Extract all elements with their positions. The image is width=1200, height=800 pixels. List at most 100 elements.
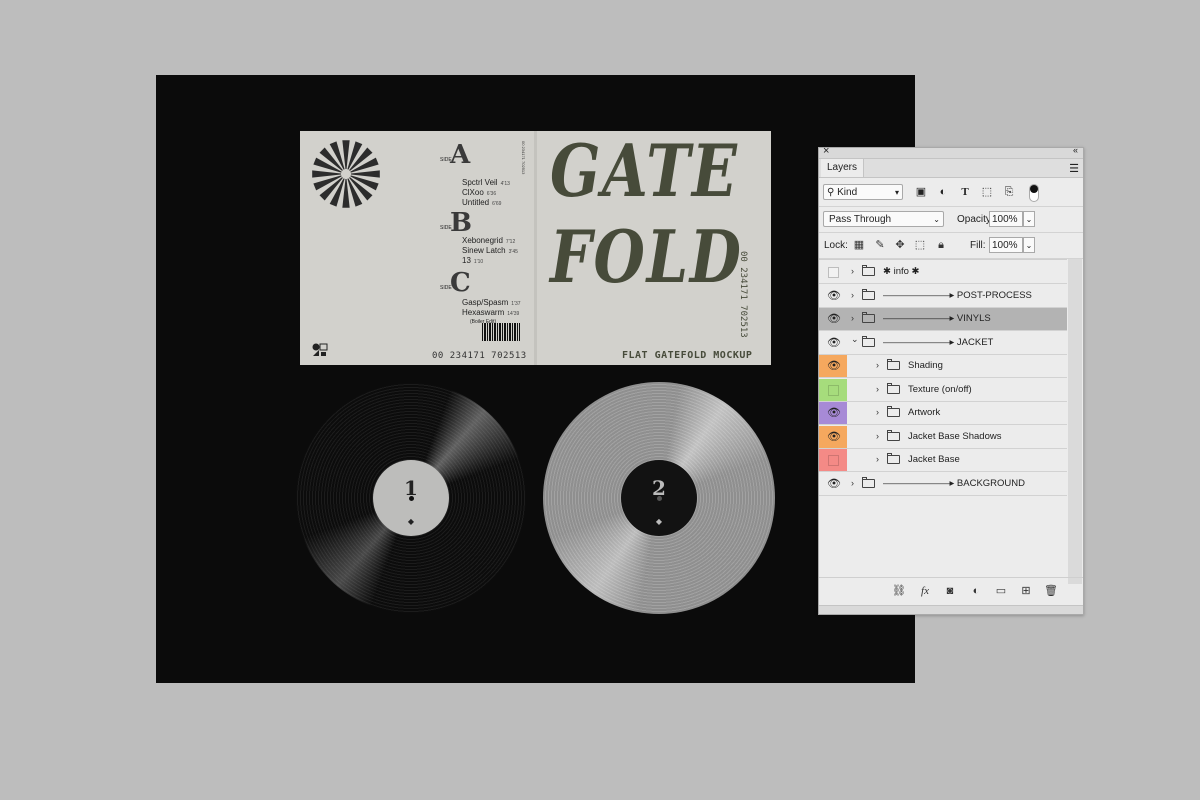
folder-icon	[887, 359, 900, 370]
panel-titlebar: × «	[819, 145, 1083, 159]
filter-toggle[interactable]	[1029, 184, 1039, 202]
mockup-subtitle: FLAT GATEFOLD MOCKUP	[622, 350, 753, 361]
layer-row[interactable]: 👁︎ › ———————▸ POST-PROCESS	[819, 285, 1067, 308]
panel-menu-icon[interactable]: ☰	[1069, 162, 1079, 175]
fill-input[interactable]: 100%	[989, 237, 1023, 253]
chevron-right-icon[interactable]: ›	[851, 313, 854, 323]
visibility-box	[828, 384, 839, 396]
layer-row[interactable]: 👁︎ › Artwork	[819, 402, 1067, 425]
layer-row[interactable]: 👁︎ › Jacket Base Shadows	[819, 425, 1067, 449]
eye-icon: 👁︎	[827, 477, 841, 490]
side-tag: SIDE	[440, 225, 452, 231]
layer-name: ———————▸ POST-PROCESS	[883, 289, 1032, 301]
layer-row[interactable]: › Jacket Base	[819, 449, 1067, 472]
vinyl-label-2: 2 ◆	[621, 460, 697, 536]
barcode-number: 00 234171 702513	[432, 351, 527, 361]
layer-row[interactable]: › Texture (on/off)	[819, 378, 1067, 402]
trash-icon[interactable]: 🗑︎	[1044, 584, 1058, 598]
layer-list: › ✱ info ✱ 👁︎ › ———————▸ POST-PROCESS 👁︎ › ————…	[819, 259, 1067, 585]
opacity-dropdown[interactable]: ⌄	[1023, 211, 1035, 227]
layer-list-scrollbar[interactable]	[1068, 259, 1082, 584]
label-logo-icon	[312, 343, 328, 356]
side-c-mark: C	[450, 268, 471, 298]
chevron-right-icon[interactable]: ›	[851, 478, 854, 488]
layer-visibility[interactable]: 👁︎	[819, 285, 847, 307]
layer-row[interactable]: 👁︎ › ———————▸ VINYLS	[819, 308, 1067, 331]
layer-name: ———————▸ BACKGROUND	[883, 477, 1025, 489]
chevron-right-icon[interactable]: ›	[851, 290, 854, 300]
new-group-icon[interactable]: ▭	[994, 584, 1008, 598]
side-c-block: C SIDE Gasp/Spasm 1'37 Hexaswarm 14'39 (Bo…	[440, 268, 521, 329]
pixel-filter-icon[interactable]: ▣	[914, 185, 928, 199]
eye-icon: 👁︎	[827, 360, 841, 372]
link-layers-icon[interactable]: ⛓	[892, 584, 906, 598]
sunburst-ray	[350, 170, 380, 178]
layer-row[interactable]: › ✱ info ✱	[819, 261, 1067, 284]
chevron-right-icon[interactable]: ›	[876, 360, 879, 370]
tab-layers[interactable]: Layers	[821, 159, 865, 177]
close-icon[interactable]: ×	[823, 145, 829, 157]
chevron-right-icon[interactable]: ›	[876, 384, 879, 394]
eye-icon: 👁︎	[827, 336, 841, 349]
collapse-icon[interactable]: «	[1073, 145, 1078, 155]
gatefold-title: GATE FOLD	[550, 135, 758, 345]
fill-dropdown[interactable]: ⌄	[1023, 237, 1035, 253]
layer-row[interactable]: 👁︎ › Shading	[819, 355, 1067, 378]
lock-position-icon[interactable]: ✥	[894, 239, 906, 251]
layer-row[interactable]: 👁︎ ⌄ ———————▸ JACKET	[819, 332, 1067, 355]
smart-object-filter-icon[interactable]: ⎘	[1002, 185, 1016, 199]
lock-transparency-icon[interactable]: ▦	[853, 239, 865, 251]
layer-visibility[interactable]	[819, 449, 847, 471]
shape-filter-icon[interactable]: ⬚	[980, 185, 994, 199]
add-mask-icon[interactable]: ◙	[943, 584, 957, 598]
chevron-right-icon[interactable]: ›	[876, 407, 879, 417]
chevron-down-icon: ⌄	[933, 215, 940, 224]
layer-row[interactable]: 👁︎ › ———————▸ BACKGROUND	[819, 473, 1067, 496]
layer-visibility[interactable]: 👁︎	[819, 425, 847, 448]
visibility-box	[828, 455, 839, 466]
layer-name: Texture (on/off)	[908, 383, 972, 395]
layer-visibility[interactable]: 👁︎	[819, 355, 847, 377]
layer-name: Shading	[908, 360, 943, 371]
blend-mode-select[interactable]: Pass Through ⌄	[823, 211, 944, 227]
adjustment-layer-icon[interactable]: ◐	[969, 584, 983, 598]
folder-icon	[862, 476, 875, 488]
label-logo-icon: ◆	[407, 517, 415, 526]
eye-icon: 👁︎	[827, 313, 841, 325]
panel-footer: ⛓ fx ◙ ◐ ▭ ⊞ 🗑︎	[819, 577, 1083, 604]
layer-visibility[interactable]: 👁︎	[819, 402, 847, 424]
lock-label: Lock:	[824, 240, 848, 251]
layer-name: Jacket Base Shadows	[908, 430, 1002, 442]
eye-icon: 👁︎	[827, 289, 841, 302]
layer-visibility[interactable]: 👁︎	[819, 473, 847, 495]
folder-icon	[887, 406, 900, 417]
chevron-right-icon[interactable]: ›	[876, 454, 879, 464]
layer-name: ✱ info ✱	[883, 266, 920, 277]
eye-icon: 👁︎	[827, 430, 841, 443]
type-filter-icon[interactable]: T	[958, 185, 972, 199]
lock-all-icon[interactable]: 🔒︎	[935, 239, 947, 251]
layer-visibility[interactable]	[819, 378, 847, 401]
lock-pixels-icon[interactable]: ✎	[874, 239, 886, 251]
layer-visibility[interactable]: 👁︎	[819, 332, 847, 354]
chevron-down-icon[interactable]: ⌄	[851, 334, 859, 345]
layer-visibility[interactable]: 👁︎	[819, 308, 847, 330]
eye-icon: 👁︎	[827, 407, 841, 419]
adjustment-filter-icon[interactable]: ◐	[936, 185, 950, 199]
lock-artboard-icon[interactable]: ⬚	[914, 239, 926, 251]
layer-visibility[interactable]	[819, 261, 847, 283]
folder-icon	[862, 288, 875, 300]
side-c-badge: C SIDE	[440, 268, 471, 299]
panel-resize-grip[interactable]	[819, 605, 1083, 614]
side-a-mark: A	[450, 140, 471, 170]
label-logo-icon: ◆	[655, 517, 663, 526]
fx-icon[interactable]: fx	[918, 584, 932, 598]
side-tag: SIDE	[440, 285, 452, 291]
opacity-input[interactable]: 100%	[989, 211, 1023, 227]
layer-name: ———————▸ JACKET	[883, 336, 994, 348]
filter-kind-select[interactable]: ⚲ Kind ▾	[823, 184, 903, 200]
new-layer-icon[interactable]: ⊞	[1019, 584, 1033, 598]
chevron-right-icon[interactable]: ›	[876, 431, 879, 441]
track: 13 1'10	[462, 256, 484, 265]
chevron-right-icon[interactable]: ›	[851, 266, 854, 276]
